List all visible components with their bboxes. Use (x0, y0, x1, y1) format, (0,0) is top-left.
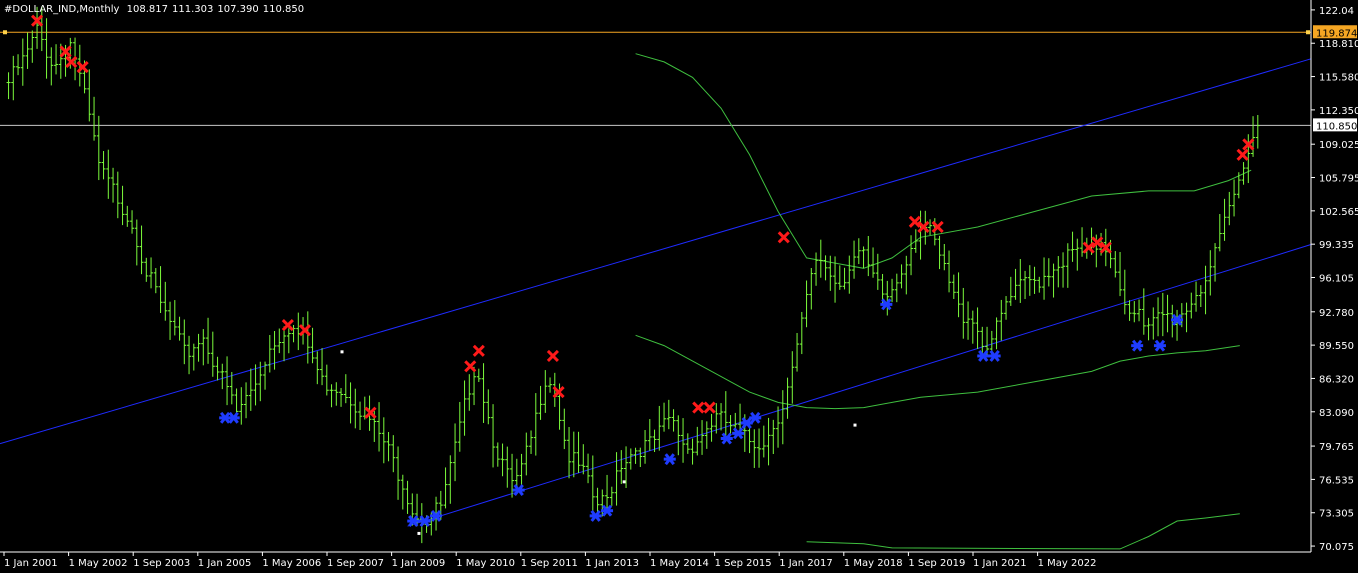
x-tick-label: 1 Sep 2019 (908, 558, 965, 569)
y-tick-label: 112.350 (1319, 106, 1358, 117)
price-tag-label: 119.874 (1316, 28, 1357, 39)
symbol-timeframe: #DOLLAR_IND,Monthly (4, 4, 120, 15)
y-tick-label: 109.025 (1319, 140, 1358, 151)
max-line-handle (3, 30, 7, 35)
max-line-handle (1306, 30, 1310, 35)
y-tick-label: 70.075 (1319, 542, 1354, 553)
x-tick-label: 1 Sep 2003 (133, 558, 190, 569)
anchor-point (622, 480, 626, 484)
y-tick-label: 89.550 (1319, 341, 1354, 352)
y-tick-label: 105.795 (1319, 174, 1358, 185)
close-value: 110.850 (262, 4, 305, 15)
chart-background (0, 0, 1358, 573)
x-tick-label: 1 Jan 2021 (973, 558, 1027, 569)
x-tick-label: 1 Sep 2011 (521, 558, 578, 569)
low-value: 107.390 (217, 4, 259, 15)
chart-header: #DOLLAR_IND,Monthly 108.817 111.303 107.39… (4, 4, 308, 15)
x-tick-label: 1 Jan 2009 (392, 558, 446, 569)
x-tick-label: 1 Jan 2001 (4, 558, 58, 569)
open-value: 108.817 (126, 4, 169, 15)
x-tick-label: 1 Sep 2015 (715, 558, 772, 569)
x-tick-label: 1 Sep 2007 (327, 558, 384, 569)
x-tick-label: 1 Jan 2013 (585, 558, 639, 569)
y-tick-label: 79.765 (1319, 442, 1354, 453)
chart-window[interactable]: 122.04 118.810 115.580 112.350 109.025 105.79… (0, 0, 1358, 573)
y-tick-label: 76.535 (1319, 475, 1354, 486)
anchor-point (340, 350, 344, 354)
price-tag-label: 110.850 (1316, 121, 1357, 132)
high-value: 111.303 (172, 4, 214, 15)
y-tick-label: 102.565 (1319, 207, 1358, 218)
x-tick-label: 1 May 2022 (1038, 558, 1097, 569)
x-tick-label: 1 May 2018 (844, 558, 903, 569)
y-tick-label: 99.335 (1319, 240, 1354, 251)
y-tick-label: 115.580 (1319, 73, 1358, 84)
y-tick-label: 92.780 (1319, 308, 1354, 319)
x-tick-label: 1 May 2002 (69, 558, 128, 569)
x-tick-label: 1 May 2010 (456, 558, 515, 569)
y-tick-label: 83.090 (1319, 408, 1354, 419)
anchor-point (853, 423, 857, 427)
y-tick-label: 118.810 (1319, 39, 1358, 50)
anchor-point (417, 531, 421, 535)
y-tick-label: 86.320 (1319, 374, 1354, 385)
y-tick-label: 73.305 (1319, 509, 1354, 520)
x-tick-label: 1 May 2014 (650, 558, 709, 569)
x-tick-label: 1 Jan 2005 (198, 558, 252, 569)
x-tick-label: 1 Jan 2017 (779, 558, 833, 569)
y-tick-label: 96.105 (1319, 273, 1354, 284)
price-chart[interactable]: 122.04 118.810 115.580 112.350 109.025 105.79… (0, 0, 1358, 573)
y-tick-label: 122.04 (1319, 6, 1354, 17)
x-tick-label: 1 May 2006 (262, 558, 321, 569)
